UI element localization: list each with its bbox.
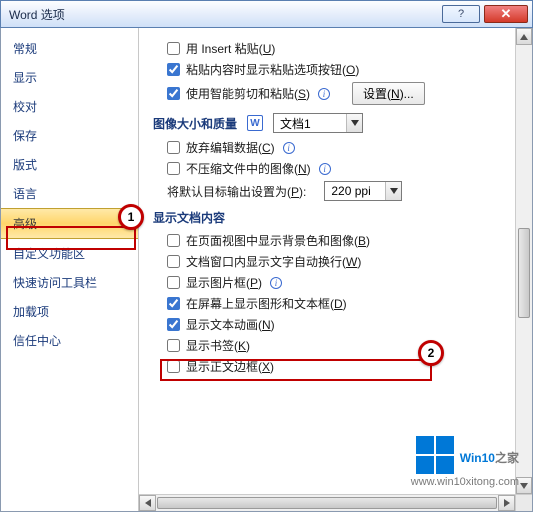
label-bg-in-page-view: 在页面视图中显示背景色和图像(B) [186, 232, 370, 249]
checkbox-text-boundaries[interactable] [167, 360, 180, 373]
dropdown-ppi-value: 220 ppi [325, 184, 376, 198]
settings-button[interactable]: 设置(N)... [352, 82, 425, 105]
checkbox-text-animation[interactable] [167, 318, 180, 331]
watermark: Win10之家 www.win10xitong.com [411, 436, 519, 488]
label-discard-edit-data: 放弃编辑数据(C) [186, 139, 275, 156]
scroll-thumb-h[interactable] [157, 497, 497, 509]
opt-show-bookmarks: 显示书签(K) [167, 337, 501, 354]
label-show-bookmarks: 显示书签(K) [186, 337, 250, 354]
section-title-doc-content: 显示文档内容 [153, 209, 225, 226]
label-show-picture-frame: 显示图片框(P) [186, 274, 262, 291]
sidebar-item-quick-access[interactable]: 快速访问工具栏 [1, 268, 138, 297]
sidebar-item-language[interactable]: 语言 [1, 179, 138, 208]
watermark-brand: Win10之家 [460, 441, 519, 469]
scroll-up-button[interactable] [516, 28, 532, 45]
scroll-corner [515, 494, 532, 511]
chevron-down-icon [346, 114, 362, 132]
label-wrap-to-window: 文档窗口内显示文字自动换行(W) [186, 253, 361, 270]
label-text-boundaries: 显示正文边框(X) [186, 358, 274, 375]
opt-smart-cut-paste: 使用智能剪切和粘贴(S) i 设置(N)... [167, 82, 501, 105]
windows-logo-icon [416, 436, 454, 474]
opt-show-drawings: 在屏幕上显示图形和文本框(D) [167, 295, 501, 312]
opt-paste-options-button: 粘贴内容时显示粘贴选项按钮(O) [167, 61, 501, 78]
sidebar: 常规 显示 校对 保存 版式 语言 高级 自定义功能区 快速访问工具栏 加载项 … [1, 28, 139, 511]
dropdown-document[interactable]: 文档1 [273, 113, 363, 133]
scroll-right-button[interactable] [498, 495, 515, 511]
checkbox-bg-in-page-view[interactable] [167, 234, 180, 247]
horizontal-scrollbar[interactable] [139, 494, 515, 511]
opt-text-animation: 显示文本动画(N) [167, 316, 501, 333]
chevron-down-icon [385, 182, 401, 200]
section-image-size: 图像大小和质量 W 文档1 [153, 113, 501, 133]
section-title-image-size: 图像大小和质量 [153, 115, 237, 132]
opt-no-compress-images: 不压缩文件中的图像(N) i [167, 160, 501, 177]
opt-text-boundaries: 显示正文边框(X) [167, 358, 501, 375]
info-icon[interactable]: i [318, 88, 330, 100]
label-insert-paste: 用 Insert 粘贴(U) [186, 40, 275, 57]
label-smart-cut-paste: 使用智能剪切和粘贴(S) [186, 85, 310, 102]
help-button[interactable]: ? [442, 5, 480, 23]
scroll-left-button[interactable] [139, 495, 156, 511]
sidebar-item-general[interactable]: 常规 [1, 34, 138, 63]
annotation-badge-1: 1 [118, 204, 144, 230]
info-icon[interactable]: i [283, 142, 295, 154]
checkbox-discard-edit-data[interactable] [167, 141, 180, 154]
checkbox-show-bookmarks[interactable] [167, 339, 180, 352]
sidebar-item-advanced[interactable]: 高级 [1, 208, 138, 239]
checkbox-paste-options-button[interactable] [167, 63, 180, 76]
dialog-title: Word 选项 [9, 6, 438, 23]
sidebar-item-trust-center[interactable]: 信任中心 [1, 326, 138, 355]
sidebar-item-save[interactable]: 保存 [1, 121, 138, 150]
label-show-drawings: 在屏幕上显示图形和文本框(D) [186, 295, 347, 312]
checkbox-smart-cut-paste[interactable] [167, 87, 180, 100]
titlebar: Word 选项 ? ✕ [0, 0, 533, 28]
checkbox-show-drawings[interactable] [167, 297, 180, 310]
scroll-thumb[interactable] [518, 228, 530, 318]
label-paste-options-button: 粘贴内容时显示粘贴选项按钮(O) [186, 61, 359, 78]
dropdown-document-value: 文档1 [274, 115, 317, 132]
opt-wrap-to-window: 文档窗口内显示文字自动换行(W) [167, 253, 501, 270]
watermark-url: www.win10xitong.com [411, 476, 519, 488]
sidebar-item-customize-ribbon[interactable]: 自定义功能区 [1, 239, 138, 268]
opt-insert-paste: 用 Insert 粘贴(U) [167, 40, 501, 57]
annotation-badge-2: 2 [418, 340, 444, 366]
opt-bg-in-page-view: 在页面视图中显示背景色和图像(B) [167, 232, 501, 249]
opt-discard-edit-data: 放弃编辑数据(C) i [167, 139, 501, 156]
checkbox-insert-paste[interactable] [167, 42, 180, 55]
word-doc-icon: W [247, 115, 263, 131]
section-doc-content: 显示文档内容 [153, 209, 501, 226]
label-no-compress-images: 不压缩文件中的图像(N) [186, 160, 311, 177]
sidebar-item-proofing[interactable]: 校对 [1, 92, 138, 121]
info-icon[interactable]: i [270, 277, 282, 289]
sidebar-item-layout[interactable]: 版式 [1, 150, 138, 179]
opt-show-picture-frame: 显示图片框(P) i [167, 274, 501, 291]
dropdown-ppi[interactable]: 220 ppi [324, 181, 402, 201]
vertical-scrollbar[interactable] [515, 28, 532, 494]
close-button[interactable]: ✕ [484, 5, 528, 23]
info-icon[interactable]: i [319, 163, 331, 175]
checkbox-wrap-to-window[interactable] [167, 255, 180, 268]
label-default-target-output: 将默认目标输出设置为(P): [167, 183, 306, 200]
label-text-animation: 显示文本动画(N) [186, 316, 275, 333]
sidebar-item-display[interactable]: 显示 [1, 63, 138, 92]
opt-default-target-output: 将默认目标输出设置为(P): 220 ppi [167, 181, 501, 201]
checkbox-no-compress-images[interactable] [167, 162, 180, 175]
checkbox-show-picture-frame[interactable] [167, 276, 180, 289]
sidebar-item-addins[interactable]: 加载项 [1, 297, 138, 326]
